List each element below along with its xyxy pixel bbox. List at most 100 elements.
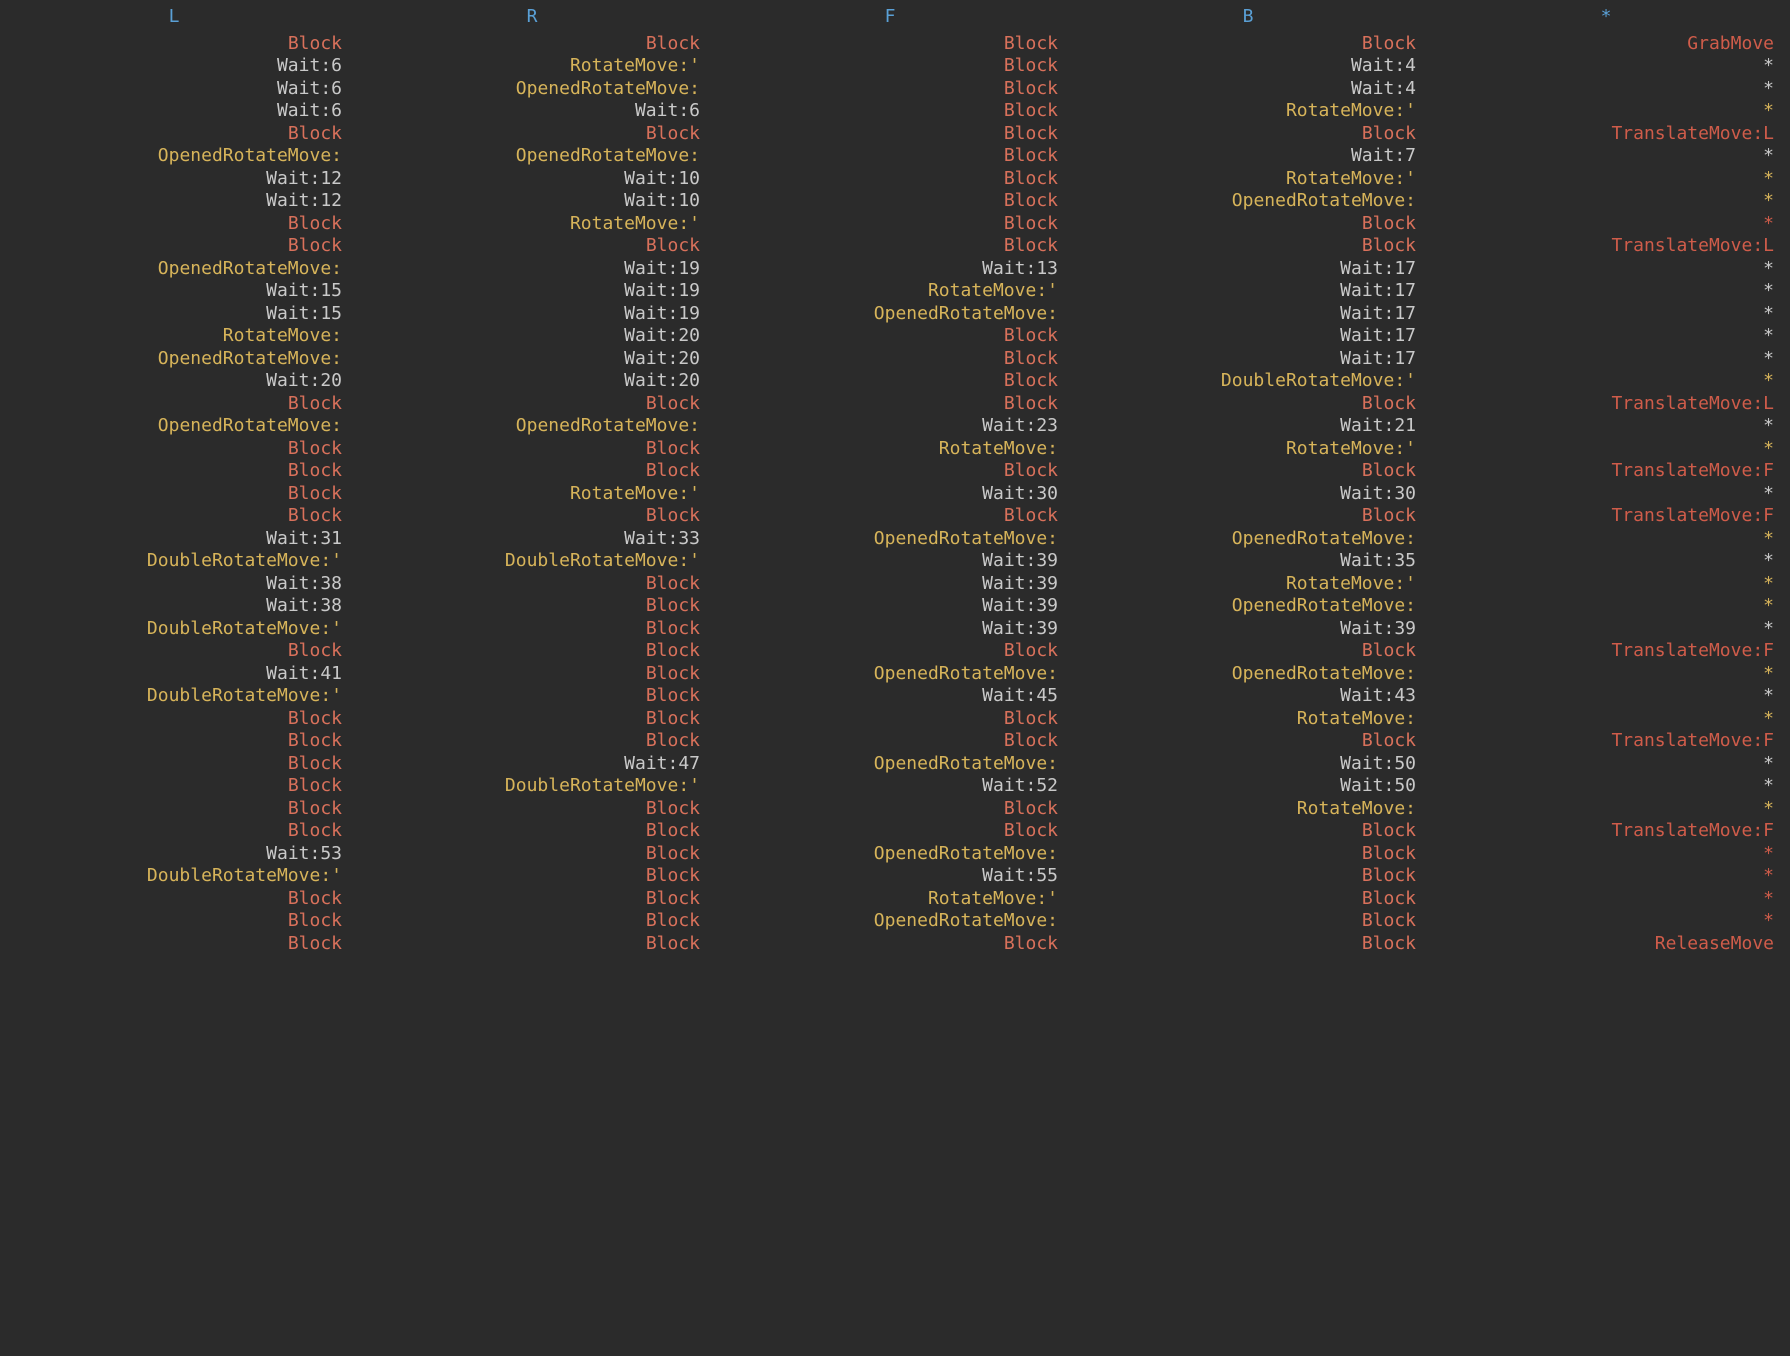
cell: Block bbox=[1074, 213, 1422, 236]
cell: * bbox=[1432, 663, 1780, 686]
cell: Block bbox=[358, 798, 706, 821]
cell: RotateMove:' bbox=[358, 55, 706, 78]
cell: Block bbox=[716, 168, 1064, 191]
cell: Block bbox=[0, 753, 348, 776]
cell: Block bbox=[716, 123, 1064, 146]
cell: Block bbox=[1074, 888, 1422, 911]
cell: * bbox=[1432, 415, 1780, 438]
cell: * bbox=[1432, 843, 1780, 866]
cell: RotateMove:' bbox=[1074, 573, 1422, 596]
cell: Wait:31 bbox=[0, 528, 348, 551]
cell: Block bbox=[0, 910, 348, 933]
cell: Block bbox=[358, 33, 706, 56]
cell: Block bbox=[358, 123, 706, 146]
cell: Block bbox=[716, 708, 1064, 731]
cell: OpenedRotateMove: bbox=[1074, 663, 1422, 686]
cell: * bbox=[1432, 595, 1780, 618]
cell: Wait:4 bbox=[1074, 78, 1422, 101]
cell: Wait:38 bbox=[0, 595, 348, 618]
cell: RotateMove: bbox=[716, 438, 1064, 461]
cell: * bbox=[1432, 370, 1780, 393]
cell: Wait:20 bbox=[0, 370, 348, 393]
cell: Block bbox=[716, 730, 1064, 753]
cell: Wait:33 bbox=[358, 528, 706, 551]
cell: OpenedRotateMove: bbox=[358, 145, 706, 168]
cell: Block bbox=[0, 933, 348, 956]
cell: * bbox=[1432, 573, 1780, 596]
cell: Block bbox=[716, 640, 1064, 663]
cell: * bbox=[1432, 685, 1780, 708]
cell: Block bbox=[358, 640, 706, 663]
cell: * bbox=[1432, 213, 1780, 236]
cell: * bbox=[1432, 775, 1780, 798]
cell: DoubleRotateMove:' bbox=[358, 550, 706, 573]
cell: Block bbox=[0, 438, 348, 461]
cell: RotateMove:' bbox=[358, 213, 706, 236]
cell: OpenedRotateMove: bbox=[716, 303, 1064, 326]
cell: DoubleRotateMove:' bbox=[0, 618, 348, 641]
cell: DoubleRotateMove:' bbox=[0, 685, 348, 708]
cell: * bbox=[1432, 145, 1780, 168]
cell: Block bbox=[1074, 123, 1422, 146]
cell: Wait:15 bbox=[0, 280, 348, 303]
cell: Wait:43 bbox=[1074, 685, 1422, 708]
cell: Wait:17 bbox=[1074, 348, 1422, 371]
cell: Block bbox=[358, 933, 706, 956]
cell: * bbox=[1432, 258, 1780, 281]
cell: Wait:35 bbox=[1074, 550, 1422, 573]
cell: RotateMove:' bbox=[716, 888, 1064, 911]
cell: * bbox=[1432, 325, 1780, 348]
cell: Block bbox=[716, 820, 1064, 843]
cell: OpenedRotateMove: bbox=[0, 348, 348, 371]
cell: Block bbox=[0, 235, 348, 258]
cell: RotateMove:' bbox=[716, 280, 1064, 303]
cell: Block bbox=[0, 213, 348, 236]
cell: ReleaseMove bbox=[1432, 933, 1780, 956]
cell: Block bbox=[716, 55, 1064, 78]
cell: OpenedRotateMove: bbox=[358, 78, 706, 101]
cell: RotateMove:' bbox=[1074, 100, 1422, 123]
cell: RotateMove:' bbox=[358, 483, 706, 506]
cell: * bbox=[1432, 190, 1780, 213]
cell: Block bbox=[358, 595, 706, 618]
cell: Wait:50 bbox=[1074, 753, 1422, 776]
cell: Wait:10 bbox=[358, 168, 706, 191]
cell: Wait:19 bbox=[358, 258, 706, 281]
cell: * bbox=[1432, 348, 1780, 371]
cell: Block bbox=[358, 393, 706, 416]
cell: OpenedRotateMove: bbox=[716, 753, 1064, 776]
column-header: B bbox=[1074, 0, 1422, 33]
cell: Block bbox=[358, 820, 706, 843]
cell: * bbox=[1432, 798, 1780, 821]
cell: Wait:17 bbox=[1074, 280, 1422, 303]
cell: Block bbox=[716, 100, 1064, 123]
data-grid: LBlockWait:6Wait:6Wait:6BlockOpenedRotat… bbox=[0, 0, 1790, 955]
cell: Block bbox=[716, 348, 1064, 371]
cell: DoubleRotateMove:' bbox=[1074, 370, 1422, 393]
cell: Block bbox=[716, 190, 1064, 213]
cell: Block bbox=[0, 505, 348, 528]
cell: Wait:6 bbox=[358, 100, 706, 123]
cell: OpenedRotateMove: bbox=[358, 415, 706, 438]
cell: Wait:39 bbox=[716, 573, 1064, 596]
cell: OpenedRotateMove: bbox=[1074, 595, 1422, 618]
cell: Wait:23 bbox=[716, 415, 1064, 438]
cell: Block bbox=[1074, 640, 1422, 663]
cell: Wait:7 bbox=[1074, 145, 1422, 168]
cell: Wait:12 bbox=[0, 190, 348, 213]
cell: Wait:6 bbox=[0, 100, 348, 123]
cell: Wait:39 bbox=[716, 618, 1064, 641]
cell: * bbox=[1432, 865, 1780, 888]
cell: Wait:30 bbox=[716, 483, 1064, 506]
cell: OpenedRotateMove: bbox=[716, 910, 1064, 933]
cell: Block bbox=[1074, 235, 1422, 258]
cell: Block bbox=[716, 78, 1064, 101]
cell: * bbox=[1432, 528, 1780, 551]
cell: Block bbox=[0, 730, 348, 753]
cell: OpenedRotateMove: bbox=[0, 145, 348, 168]
cell: RotateMove:' bbox=[1074, 168, 1422, 191]
cell: OpenedRotateMove: bbox=[1074, 190, 1422, 213]
cell: OpenedRotateMove: bbox=[716, 528, 1064, 551]
cell: Block bbox=[1074, 460, 1422, 483]
cell: Wait:10 bbox=[358, 190, 706, 213]
